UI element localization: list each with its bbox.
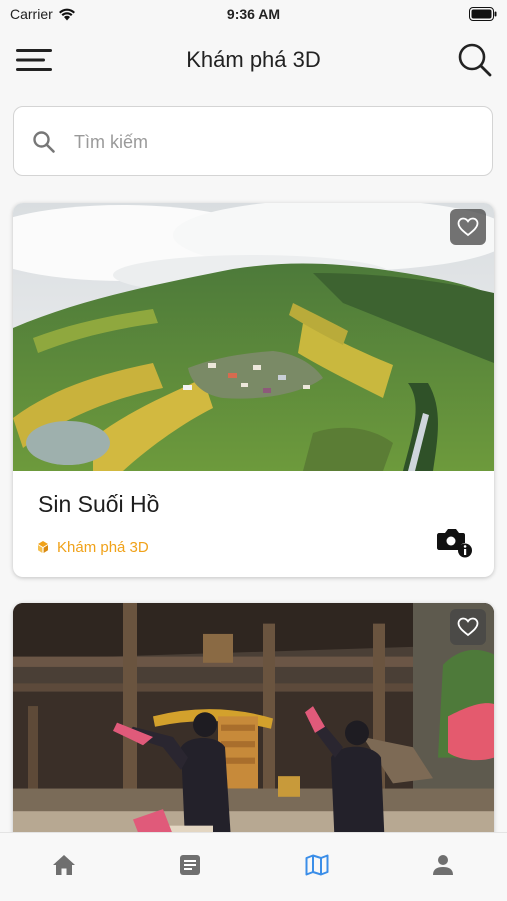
favorite-button[interactable] — [450, 209, 486, 245]
status-bar: Carrier 9:36 AM — [0, 0, 507, 28]
tab-map[interactable] — [297, 849, 337, 881]
tab-home[interactable] — [44, 849, 84, 881]
nav-search-button[interactable] — [457, 42, 493, 78]
page-title: Khám phá 3D — [186, 47, 321, 72]
battery-icon — [469, 7, 497, 21]
heart-outline-icon — [457, 617, 479, 637]
camera-info-icon — [437, 529, 472, 558]
map-icon — [305, 854, 329, 876]
search-icon — [458, 43, 492, 77]
article-icon — [180, 855, 200, 875]
favorite-button[interactable] — [450, 609, 486, 645]
aerial-terraced-village-photo — [13, 203, 494, 471]
tab-profile[interactable] — [423, 849, 463, 881]
status-time: 9:36 AM — [226, 6, 281, 22]
card-category: Khám phá 3D — [35, 539, 149, 556]
tab-bar — [0, 832, 507, 901]
search-box — [13, 106, 493, 176]
card-category-label: Khám phá 3D — [57, 539, 149, 556]
nav-bar: Khám phá 3D — [0, 34, 507, 86]
explore-3d-icon — [38, 540, 48, 553]
search-input[interactable] — [72, 127, 476, 157]
village-house-dancers-photo — [13, 603, 494, 863]
card-title: Sin Suối Hồ — [38, 491, 160, 517]
place-card[interactable] — [13, 603, 494, 863]
heart-outline-icon — [457, 217, 479, 237]
info-button[interactable] — [436, 527, 472, 559]
home-icon — [53, 855, 75, 875]
place-card[interactable]: Sin Suối Hồ Khám phá 3D — [13, 203, 494, 577]
tab-articles[interactable] — [170, 849, 210, 881]
profile-icon — [433, 855, 453, 875]
search-icon — [33, 131, 55, 153]
